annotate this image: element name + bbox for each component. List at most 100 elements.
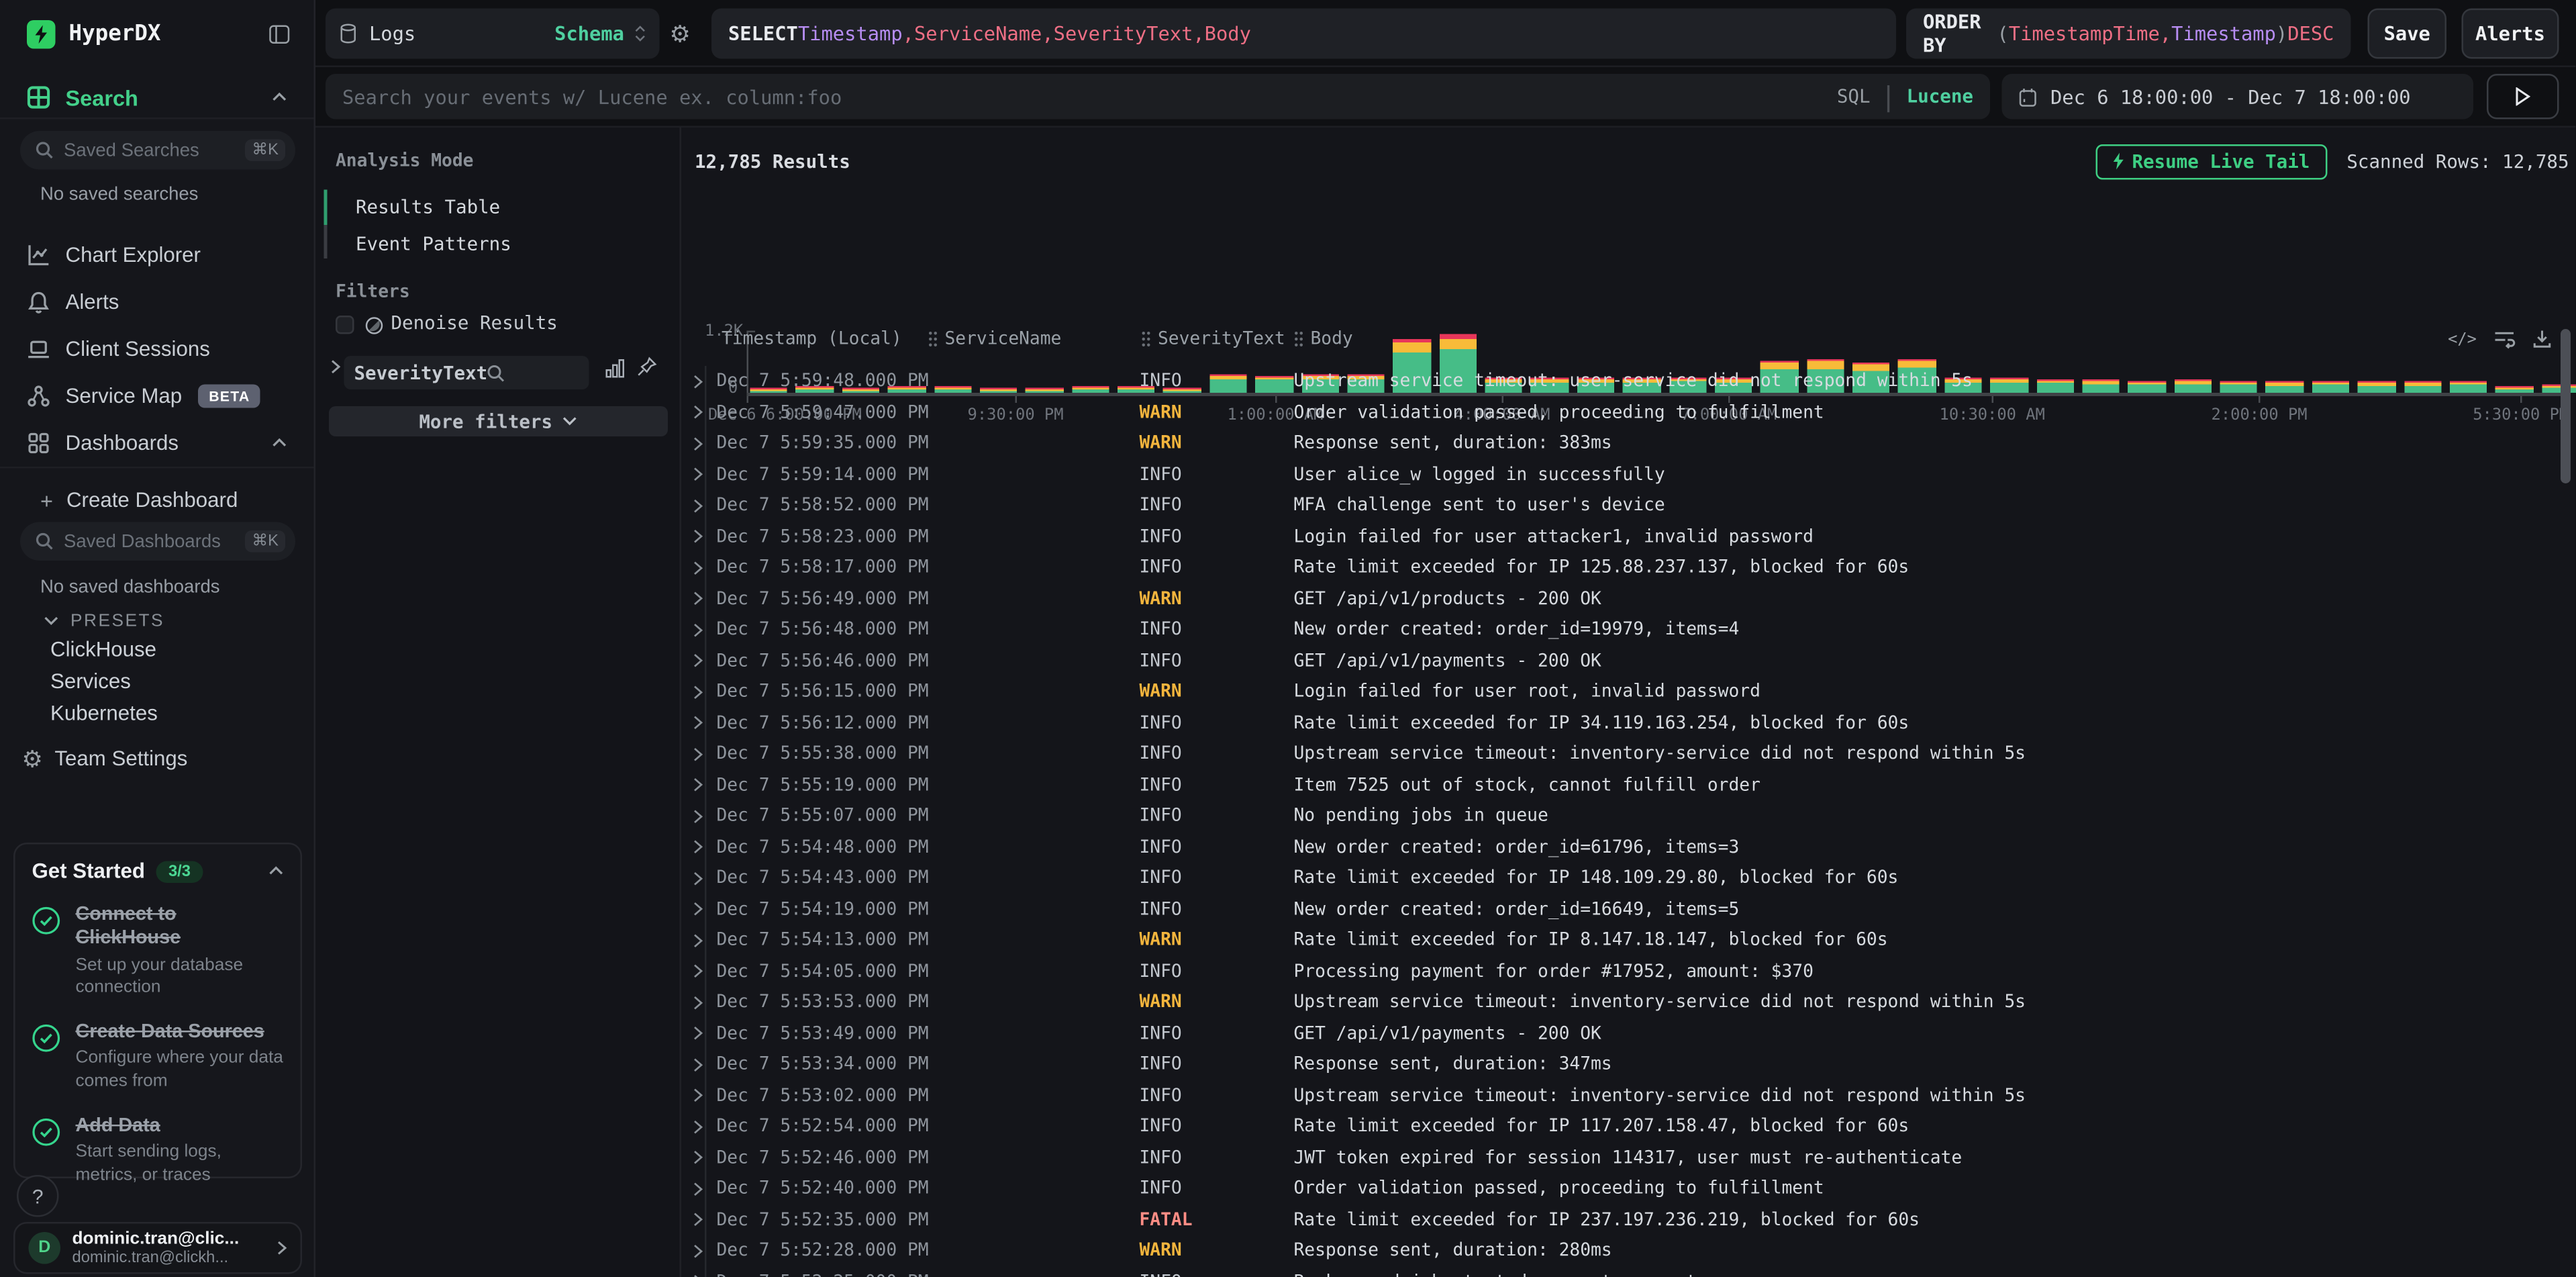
row-expand-icon[interactable] [681,840,705,855]
row-expand-icon[interactable] [681,1243,705,1259]
row-expand-icon[interactable] [681,374,705,389]
pin-icon[interactable] [636,356,658,378]
table-row[interactable]: Dec 7 5:59:48.000 PMINFOUpstream service… [681,366,2564,397]
table-row[interactable]: Dec 7 5:52:46.000 PMINFOJWT token expire… [681,1142,2564,1173]
row-expand-icon[interactable] [681,653,705,669]
row-expand-icon[interactable] [681,747,705,762]
row-expand-icon[interactable] [681,498,705,514]
resume-live-tail-button[interactable]: Resume Live Tail [2095,144,2326,179]
row-expand-icon[interactable] [681,902,705,917]
chevron-right-icon[interactable] [331,359,341,375]
event-search-input[interactable] [342,85,1837,108]
table-row[interactable]: Dec 7 5:55:19.000 PMINFOItem 7525 out of… [681,769,2564,800]
row-expand-icon[interactable] [681,592,705,607]
table-row[interactable]: Dec 7 5:53:49.000 PMINFOGET /api/v1/paym… [681,1018,2564,1049]
column-body[interactable]: Body [1294,329,1353,349]
table-row[interactable]: Dec 7 5:53:02.000 PMINFOUpstream service… [681,1080,2564,1111]
column-servicename[interactable]: ServiceName [928,329,1062,349]
row-expand-icon[interactable] [681,871,705,886]
severity-filter-field[interactable]: SeverityText [344,356,589,389]
preset-kubernetes[interactable]: Kubernetes [50,702,158,725]
saved-dashboards-field[interactable] [64,531,245,551]
table-row[interactable]: Dec 7 5:56:49.000 PMWARNGET /api/v1/prod… [681,583,2564,614]
table-row[interactable]: Dec 7 5:59:14.000 PMINFOUser alice_w log… [681,459,2564,490]
table-row[interactable]: Dec 7 5:59:47.000 PMWARNOrder validation… [681,397,2564,428]
table-row[interactable]: Dec 7 5:52:28.000 PMWARNResponse sent, d… [681,1235,2564,1266]
gear-icon[interactable]: ⚙ [670,20,691,49]
drag-handle-icon[interactable] [1294,331,1304,348]
table-row[interactable]: Dec 7 5:53:53.000 PMWARNUpstream service… [681,987,2564,1018]
row-expand-icon[interactable] [681,467,705,483]
presets-section[interactable]: PRESETS [0,608,314,634]
chevron-up-icon[interactable] [268,866,284,876]
mode-results-table[interactable]: Results Table [356,197,500,219]
table-row[interactable]: Dec 7 5:56:12.000 PMINFORate limit excee… [681,708,2564,739]
table-row[interactable]: Dec 7 5:54:48.000 PMINFONew order create… [681,832,2564,863]
table-row[interactable]: Dec 7 5:52:40.000 PMINFOOrder validation… [681,1174,2564,1204]
user-menu[interactable]: D dominic.tran@clic... dominic.tran@clic… [13,1222,302,1274]
sidebar-item-team-settings[interactable]: ⚙ Team Settings [0,739,314,779]
row-expand-icon[interactable] [681,777,705,793]
row-expand-icon[interactable] [681,716,705,731]
vertical-scrollbar[interactable] [2561,329,2571,483]
table-row[interactable]: Dec 7 5:58:17.000 PMINFORate limit excee… [681,553,2564,583]
row-expand-icon[interactable] [681,1026,705,1041]
select-query-bar[interactable]: SELECT Timestamp,ServiceName,SeverityTex… [711,9,1896,59]
code-icon[interactable]: </> [2448,330,2477,348]
table-row[interactable]: Dec 7 5:54:43.000 PMINFORate limit excee… [681,863,2564,894]
row-expand-icon[interactable] [681,1181,705,1196]
table-row[interactable]: Dec 7 5:52:54.000 PMINFORate limit excee… [681,1111,2564,1142]
download-icon[interactable] [2532,329,2553,349]
preset-services[interactable]: Services [50,670,131,694]
saved-searches-field[interactable] [64,140,245,160]
chevron-up-icon[interactable] [272,438,287,448]
order-by-bar[interactable]: ORDER BY (TimestampTime, Timestamp) DESC [1906,9,2351,59]
table-row[interactable]: Dec 7 5:56:48.000 PMINFONew order create… [681,614,2564,645]
table-row[interactable]: Dec 7 5:52:25.000 PMINFOBackground job s… [681,1266,2564,1277]
saved-searches-input[interactable]: ⌘K [20,131,295,170]
event-search-box[interactable]: SQL | Lucene [326,74,1990,120]
table-row[interactable]: Dec 7 5:55:07.000 PMINFONo pending jobs … [681,801,2564,832]
mode-event-patterns[interactable]: Event Patterns [356,234,511,256]
row-expand-icon[interactable] [681,1150,705,1166]
wrap-text-icon[interactable] [2493,329,2516,349]
help-button[interactable]: ? [17,1175,59,1217]
get-started-step-connect[interactable]: Connect to ClickHouse Set up your databa… [32,903,284,1000]
column-timestamp[interactable]: Timestamp (Local) [722,329,902,349]
more-filters-button[interactable]: More filters [329,406,668,436]
row-expand-icon[interactable] [681,405,705,420]
collapse-sidebar-icon[interactable] [268,23,291,45]
table-row[interactable]: Dec 7 5:54:19.000 PMINFONew order create… [681,894,2564,925]
sidebar-item-client-sessions[interactable]: Client Sessions [0,329,314,369]
sidebar-item-service-map[interactable]: Service Map BETA [0,376,314,416]
table-row[interactable]: Dec 7 5:56:15.000 PMWARNLogin failed for… [681,677,2564,708]
drag-handle-icon[interactable] [1141,331,1151,348]
table-row[interactable]: Dec 7 5:59:35.000 PMWARNResponse sent, d… [681,428,2564,459]
get-started-step-add-data[interactable]: Add Data Start sending logs, metrics, or… [32,1114,284,1187]
row-expand-icon[interactable] [681,808,705,824]
date-range-picker[interactable]: Dec 6 18:00:00 - Dec 7 18:00:00 [2002,74,2474,120]
save-button[interactable]: Save [2368,9,2447,59]
table-row[interactable]: Dec 7 5:53:34.000 PMINFOResponse sent, d… [681,1049,2564,1080]
get-started-step-sources[interactable]: Create Data Sources Configure where your… [32,1021,284,1094]
column-severitytext[interactable]: SeverityText [1141,329,1285,349]
table-row[interactable]: Dec 7 5:55:38.000 PMINFOUpstream service… [681,739,2564,769]
row-expand-icon[interactable] [681,1274,705,1277]
create-dashboard-button[interactable]: + Create Dashboard [0,480,314,520]
row-expand-icon[interactable] [681,622,705,638]
sidebar-item-chart-explorer[interactable]: Chart Explorer [0,235,314,275]
row-expand-icon[interactable] [681,1057,705,1072]
source-select[interactable]: Logs Schema [326,9,660,59]
row-expand-icon[interactable] [681,1088,705,1104]
alerts-button[interactable]: Alerts [2462,9,2559,59]
preset-clickhouse[interactable]: ClickHouse [50,638,156,661]
row-expand-icon[interactable] [681,964,705,980]
row-expand-icon[interactable] [681,933,705,948]
sql-toggle[interactable]: SQL [1837,86,1871,108]
bar-chart-icon[interactable] [604,358,626,380]
row-expand-icon[interactable] [681,684,705,700]
table-row[interactable]: Dec 7 5:56:46.000 PMINFOGET /api/v1/paym… [681,645,2564,676]
sidebar-item-alerts[interactable]: Alerts [0,282,314,322]
row-expand-icon[interactable] [681,1213,705,1228]
table-row[interactable]: Dec 7 5:54:05.000 PMINFOProcessing payme… [681,956,2564,987]
